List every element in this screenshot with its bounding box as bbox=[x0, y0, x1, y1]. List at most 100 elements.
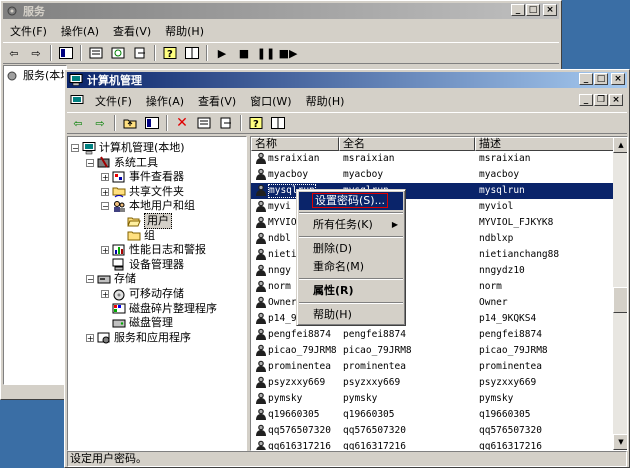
svg-text:?: ? bbox=[167, 49, 173, 59]
expand-icon[interactable]: + bbox=[101, 246, 109, 255]
menu-file[interactable]: 文件(F) bbox=[3, 23, 54, 39]
menu-file[interactable]: 文件(F) bbox=[88, 93, 139, 109]
tree-item-label: 磁盘管理 bbox=[129, 316, 173, 330]
tree-item[interactable]: 用户 bbox=[116, 213, 172, 229]
context-menu-item[interactable]: 帮助(H) bbox=[299, 306, 403, 324]
tree-item[interactable]: − 计算机管理(本地) bbox=[71, 141, 185, 155]
collapse-icon[interactable]: − bbox=[86, 275, 94, 284]
tree-item[interactable]: 磁盘碎片整理程序 bbox=[101, 302, 217, 316]
context-menu-item[interactable]: 属性(R) bbox=[299, 282, 403, 300]
table-row[interactable]: qq616317216 qq616317216 qq616317216 bbox=[251, 439, 613, 451]
context-menu-item[interactable]: 删除(D) bbox=[299, 240, 403, 258]
tree-item[interactable]: + 服务和应用程序 bbox=[86, 331, 191, 345]
table-row[interactable]: pengfei8874 pengfei8874 pengfei8874 bbox=[251, 327, 613, 343]
up-folder-icon[interactable] bbox=[121, 115, 139, 131]
expand-icon[interactable]: + bbox=[86, 333, 94, 342]
child-restore-button[interactable]: ❐ bbox=[594, 94, 608, 106]
collapse-icon[interactable]: − bbox=[71, 144, 79, 153]
show-tree-icon[interactable] bbox=[143, 115, 161, 131]
table-row[interactable]: qq576507320 qq576507320 qq576507320 bbox=[251, 423, 613, 439]
tree-item[interactable]: + 事件查看器 bbox=[101, 170, 184, 184]
back-icon[interactable]: ⇦ bbox=[69, 115, 87, 131]
tree-item[interactable]: − 本地用户和组 bbox=[101, 199, 195, 213]
table-row[interactable]: msraixian msraixian msraixian bbox=[251, 151, 613, 167]
collapse-icon[interactable]: − bbox=[101, 202, 109, 211]
minimize-button[interactable]: _ bbox=[511, 4, 525, 16]
play-icon[interactable]: ▶ bbox=[213, 45, 231, 61]
forward-icon[interactable]: ⇨ bbox=[91, 115, 109, 131]
table-row[interactable]: picao_79JRM8 picao_79JRM8 picao_79JRM8 bbox=[251, 343, 613, 359]
forward-icon[interactable]: ⇨ bbox=[27, 45, 45, 61]
cell-name: qq616317216 bbox=[268, 441, 331, 451]
back-icon[interactable]: ⇦ bbox=[5, 45, 23, 61]
expand-icon[interactable]: + bbox=[101, 290, 109, 299]
export-icon[interactable] bbox=[217, 115, 235, 131]
tree-item[interactable]: 磁盘管理 bbox=[101, 316, 173, 330]
close-button[interactable]: × bbox=[543, 4, 557, 16]
tree-item[interactable]: − 存储 bbox=[86, 272, 136, 286]
menu-view[interactable]: 查看(V) bbox=[106, 23, 158, 39]
maximize-button[interactable]: □ bbox=[526, 4, 540, 16]
delete-icon[interactable]: ✕ bbox=[173, 115, 191, 131]
refresh-icon[interactable] bbox=[109, 45, 127, 61]
scroll-up-button[interactable]: ▲ bbox=[613, 137, 627, 153]
vertical-scrollbar[interactable]: ▲ ▼ bbox=[613, 137, 627, 450]
help-icon[interactable]: ? bbox=[247, 115, 265, 131]
tree-item[interactable]: + 共享文件夹 bbox=[101, 185, 184, 199]
properties-icon[interactable] bbox=[87, 45, 105, 61]
close-button[interactable]: × bbox=[611, 73, 625, 85]
columns-icon[interactable] bbox=[183, 45, 201, 61]
tree-item[interactable]: − 系统工具 bbox=[86, 156, 158, 170]
expand-icon[interactable]: + bbox=[101, 187, 109, 196]
column-header-name[interactable]: 名称 bbox=[251, 137, 339, 151]
expand-icon[interactable]: + bbox=[101, 173, 109, 182]
context-menu-item[interactable]: 所有任务(K) ▶ bbox=[299, 216, 403, 234]
collapse-icon[interactable]: − bbox=[86, 158, 94, 167]
stop-icon[interactable]: ■ bbox=[235, 45, 253, 61]
show-tree-icon[interactable] bbox=[57, 45, 75, 61]
tree-item[interactable]: + 可移动存储 bbox=[101, 287, 184, 301]
table-row[interactable]: pymsky pymsky pymsky bbox=[251, 391, 613, 407]
maximize-button[interactable]: □ bbox=[594, 73, 608, 85]
tree-item[interactable]: 组 bbox=[116, 229, 155, 243]
column-header-description[interactable]: 描述 bbox=[475, 137, 615, 151]
scroll-down-button[interactable]: ▼ bbox=[613, 434, 627, 450]
context-menu-item-label: 所有任务(K) bbox=[313, 218, 373, 231]
table-row[interactable]: myacboy myacboy myacboy bbox=[251, 167, 613, 183]
column-header-fullname[interactable]: 全名 bbox=[339, 137, 475, 151]
context-menu-item[interactable]: 设置密码(S)... bbox=[299, 192, 403, 210]
help-icon[interactable]: ? bbox=[161, 45, 179, 61]
scroll-thumb[interactable] bbox=[613, 287, 627, 313]
tree-item[interactable]: + 性能日志和警报 bbox=[101, 243, 206, 257]
cell-name: pengfei8874 bbox=[268, 329, 331, 340]
svg-text:?: ? bbox=[253, 119, 259, 129]
table-row[interactable]: psyzxxy669 psyzxxy669 psyzxxy669 bbox=[251, 375, 613, 391]
defrag-icon bbox=[112, 302, 126, 315]
services-title: 服务 bbox=[23, 5, 45, 18]
cell-fullname: qq616317216 bbox=[343, 441, 406, 451]
shared-folder-icon bbox=[112, 185, 126, 198]
menu-help[interactable]: 帮助(H) bbox=[158, 23, 211, 39]
child-close-button[interactable]: × bbox=[609, 94, 623, 106]
table-row[interactable]: prominentea prominentea prominentea bbox=[251, 359, 613, 375]
properties-icon[interactable] bbox=[195, 115, 213, 131]
columns-icon[interactable] bbox=[269, 115, 287, 131]
pause-icon[interactable]: ❚❚ bbox=[257, 45, 275, 61]
menu-action[interactable]: 操作(A) bbox=[54, 23, 106, 39]
menu-view[interactable]: 查看(V) bbox=[191, 93, 243, 109]
export-icon[interactable] bbox=[131, 45, 149, 61]
mgmt-titlebar[interactable]: 计算机管理 _ □ × bbox=[67, 72, 627, 88]
table-row[interactable]: q19660305 q19660305 q19660305 bbox=[251, 407, 613, 423]
tree-item[interactable]: 设备管理器 bbox=[101, 258, 184, 272]
menu-window[interactable]: 窗口(W) bbox=[243, 93, 298, 109]
perf-log-icon bbox=[112, 244, 126, 257]
menu-action[interactable]: 操作(A) bbox=[139, 93, 191, 109]
menu-help[interactable]: 帮助(H) bbox=[299, 93, 352, 109]
minimize-button[interactable]: _ bbox=[579, 73, 593, 85]
services-titlebar[interactable]: 服务 _ □ × bbox=[3, 3, 559, 19]
services-tree-root[interactable]: 服务(本地) bbox=[6, 69, 66, 83]
restart-icon[interactable]: ■▶ bbox=[279, 45, 298, 61]
child-minimize-button[interactable]: _ bbox=[579, 94, 593, 106]
context-menu-item[interactable]: 重命名(M) bbox=[299, 258, 403, 276]
mmc-doc-icon[interactable] bbox=[70, 95, 84, 107]
